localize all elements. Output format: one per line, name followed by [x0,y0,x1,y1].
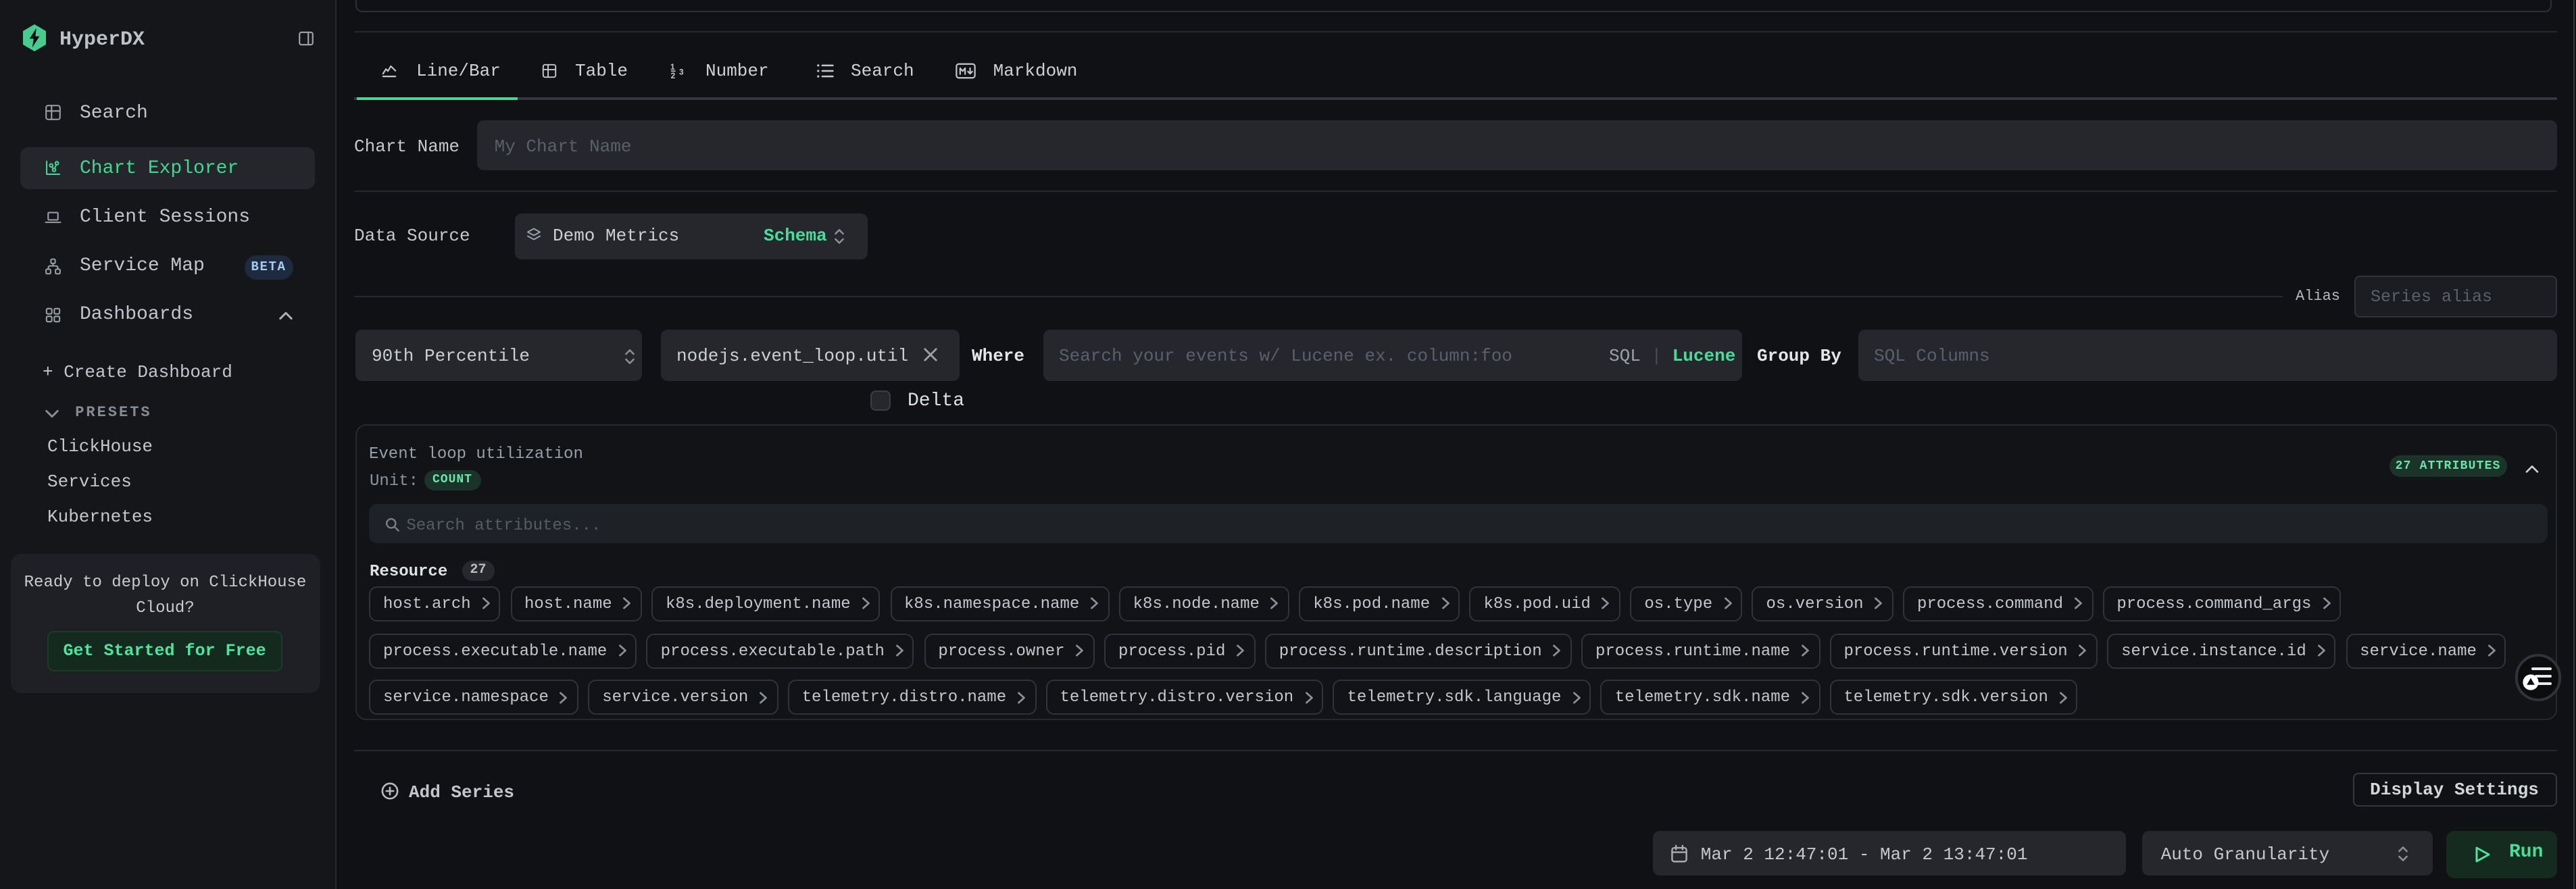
svg-text:2: 2 [671,70,676,79]
svg-text:1: 1 [670,61,675,71]
svg-text:3: 3 [679,66,684,76]
